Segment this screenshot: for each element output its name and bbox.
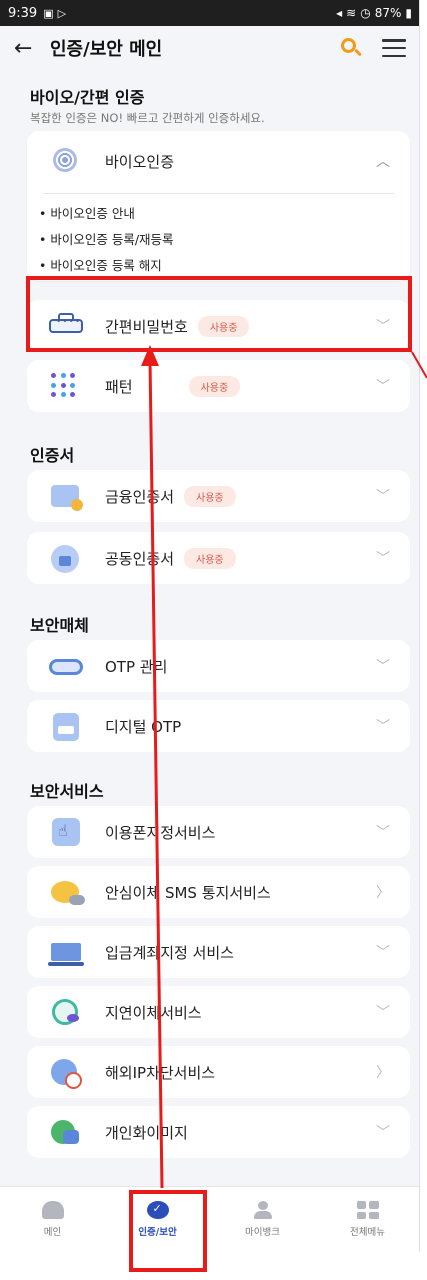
phone-otp-icon — [49, 711, 83, 741]
mute-icon: ◂ — [336, 6, 343, 20]
delayed-transfer-row[interactable]: 지연이체서비스 ﹀ — [27, 986, 410, 1038]
phone-screen: 9:39 ▣ ▷ ◂ ≋ ◷ 87% ▮ ← 인증/보안 메인 바이오/간편 인… — [0, 0, 420, 1252]
status-badge: 사용중 — [188, 375, 241, 397]
lock-icon — [49, 543, 83, 573]
gallery-notification-icon: ▣ — [43, 6, 54, 20]
foreign-ip-block-row[interactable]: 해외IP차단서비스 〉 — [27, 1046, 410, 1098]
financial-cert-row[interactable]: 금융인증서 사용중 ﹀ — [27, 470, 410, 522]
status-badge: 사용중 — [184, 547, 236, 569]
chevron-down-icon[interactable]: ﹀ — [376, 1122, 390, 1142]
chevron-down-icon[interactable]: ﹀ — [376, 1002, 390, 1022]
divider — [43, 193, 394, 194]
nav-all-menu[interactable]: 전체메뉴 — [315, 1187, 419, 1252]
status-right: ◂ ≋ ◷ 87% ▮ — [336, 6, 412, 20]
phone-designation-row[interactable]: 이용폰지정서비스 ﹀ — [27, 806, 410, 858]
bio-link-guide[interactable]: • 바이오인증 안내 — [39, 203, 135, 222]
digital-otp-label: 디지털 OTP — [105, 717, 182, 736]
media-notification-icon: ▷ — [57, 6, 67, 20]
search-icon[interactable] — [338, 35, 364, 61]
bio-auth-label: 바이오인증 — [105, 152, 175, 171]
otp-manage-label: OTP 관리 — [105, 657, 168, 676]
otp-token-icon — [49, 651, 83, 681]
home-icon — [41, 1201, 64, 1219]
digital-otp-row[interactable]: 디지털 OTP ﹀ — [27, 700, 410, 752]
deposit-account-row[interactable]: 입금계좌지정 서비스 ﹀ — [27, 926, 410, 978]
bio-auth-header[interactable]: 바이오인증 ︿ — [27, 131, 410, 191]
section-title-media: 보안매체 — [30, 616, 89, 635]
nav-label: 메인 — [43, 1227, 62, 1238]
chat-bubble-icon — [49, 877, 85, 907]
nav-label: 마이뱅크 — [245, 1227, 280, 1238]
status-time: 9:39 — [8, 5, 38, 21]
phone-designation-label: 이용폰지정서비스 — [105, 823, 216, 842]
chevron-down-icon[interactable]: ﹀ — [376, 376, 390, 396]
section-title-cert: 인증서 — [30, 446, 75, 465]
chevron-down-icon[interactable]: ﹀ — [376, 486, 390, 506]
chevron-down-icon[interactable]: ﹀ — [376, 716, 390, 736]
user-icon — [252, 1201, 274, 1219]
status-badge: 사용중 — [184, 485, 236, 507]
hand-tap-icon — [49, 817, 83, 847]
chevron-down-icon[interactable]: ﹀ — [376, 656, 390, 676]
bottom-nav: 메인 인증/보안 마이뱅크 전체메뉴 — [0, 1186, 419, 1252]
certificate-icon — [49, 481, 83, 511]
section-subtitle-bio: 복잡한 인증은 NO! 빠르고 간편하게 인증하세요. — [30, 111, 265, 125]
sms-notify-row[interactable]: 안심이체 SMS 통지서비스 〉 — [27, 866, 410, 918]
chevron-down-icon[interactable]: ﹀ — [376, 822, 390, 842]
sms-notify-label: 안심이체 SMS 통지서비스 — [105, 883, 271, 902]
alarm-icon: ◷ — [360, 6, 371, 20]
otp-manage-row[interactable]: OTP 관리 ﹀ — [27, 640, 410, 692]
highlight-box-auth-tab — [129, 1190, 207, 1272]
bio-link-register[interactable]: • 바이오인증 등록/재등록 — [39, 229, 174, 248]
app-bar: ← 인증/보안 메인 — [0, 26, 419, 70]
bio-link-unregister[interactable]: • 바이오인증 등록 해지 — [39, 255, 162, 274]
nav-main[interactable]: 메인 — [0, 1187, 105, 1252]
bio-auth-card: 바이오인증 ︿ • 바이오인증 안내 • 바이오인증 등록/재등록 • 바이오인… — [27, 131, 410, 281]
battery-icon: ▮ — [405, 6, 412, 20]
nav-mybank[interactable]: 마이뱅크 — [210, 1187, 315, 1252]
joint-cert-row[interactable]: 공동인증서 사용중 ﹀ — [27, 532, 410, 584]
financial-cert-label: 금융인증서 — [105, 487, 175, 506]
battery-level: 87% — [374, 6, 402, 20]
nav-label: 전체메뉴 — [350, 1227, 385, 1238]
grid-menu-icon — [356, 1201, 379, 1219]
wifi-icon: ≋ — [346, 6, 357, 20]
chevron-down-icon[interactable]: ﹀ — [376, 942, 390, 962]
laptop-icon — [48, 937, 84, 967]
fingerprint-icon — [49, 146, 83, 176]
chevron-right-icon[interactable]: 〉 — [376, 882, 390, 902]
section-title-bio: 바이오/간편 인증 — [30, 88, 145, 107]
pattern-icon — [49, 371, 83, 401]
chevron-up-icon[interactable]: ︿ — [376, 151, 390, 171]
chevron-right-icon[interactable]: 〉 — [376, 1062, 390, 1082]
delayed-transfer-label: 지연이체서비스 — [105, 1003, 202, 1022]
section-title-service: 보안서비스 — [30, 782, 104, 801]
deposit-account-label: 입금계좌지정 서비스 — [105, 943, 234, 962]
personal-image-row[interactable]: 개인화이미지 ﹀ — [27, 1106, 410, 1158]
personal-image-icon — [49, 1117, 83, 1147]
page-title: 인증/보안 메인 — [50, 39, 163, 60]
alarm-clock-icon — [49, 997, 83, 1027]
personal-image-label: 개인화이미지 — [105, 1123, 188, 1142]
foreign-ip-block-label: 해외IP차단서비스 — [105, 1063, 216, 1082]
joint-cert-label: 공동인증서 — [105, 549, 175, 568]
back-arrow-icon[interactable]: ← — [14, 36, 44, 61]
pattern-label: 패턴 — [105, 377, 133, 396]
pattern-row[interactable]: 패턴 사용중 ﹀ — [27, 360, 410, 412]
hamburger-menu-icon[interactable] — [382, 39, 406, 57]
globe-block-icon — [49, 1057, 83, 1089]
highlight-box-simple-password — [26, 276, 412, 352]
status-bar: 9:39 ▣ ▷ ◂ ≋ ◷ 87% ▮ — [0, 0, 419, 26]
chevron-down-icon[interactable]: ﹀ — [376, 548, 390, 568]
